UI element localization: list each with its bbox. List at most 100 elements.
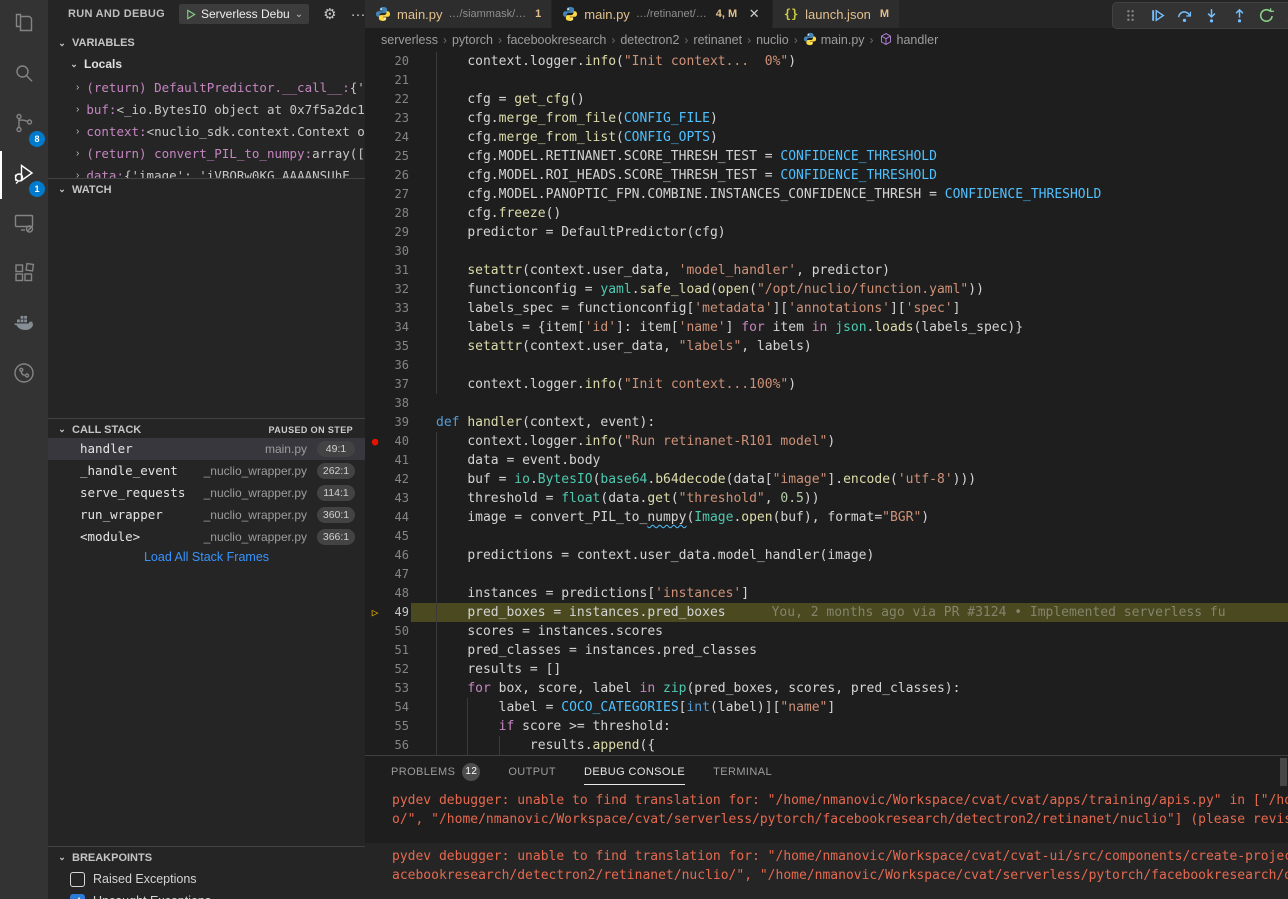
breakpoint-gutter[interactable] <box>365 223 385 242</box>
code-line[interactable]: 23 cfg.merge_from_file(CONFIG_FILE) <box>365 109 1288 128</box>
code-line[interactable]: 25 cfg.MODEL.RETINANET.SCORE_THRESH_TEST… <box>365 147 1288 166</box>
code-line[interactable]: 41 data = event.body <box>365 451 1288 470</box>
breakpoint-gutter[interactable] <box>365 90 385 109</box>
breakpoint-gutter[interactable] <box>365 394 385 413</box>
code-text[interactable]: cfg.MODEL.ROI_HEADS.SCORE_THRESH_TEST = … <box>436 166 1288 185</box>
activity-bar-item-git-graph[interactable] <box>0 350 48 400</box>
code-text[interactable]: instances = predictions['instances'] <box>436 584 1288 603</box>
code-text[interactable] <box>436 565 1288 584</box>
activity-bar-item-search[interactable] <box>0 50 48 100</box>
code-line[interactable]: 48 instances = predictions['instances'] <box>365 584 1288 603</box>
activity-bar-item-remote-explorer[interactable] <box>0 200 48 250</box>
code-text[interactable]: if score >= threshold: <box>436 717 1288 736</box>
step-over-icon[interactable] <box>1173 4 1197 27</box>
breakpoint-gutter[interactable] <box>365 546 385 565</box>
code-line[interactable]: 32 functionconfig = yaml.safe_load(open(… <box>365 280 1288 299</box>
breakpoint-gutter[interactable] <box>365 717 385 736</box>
code-text[interactable]: cfg.MODEL.PANOPTIC_FPN.COMBINE.INSTANCES… <box>436 185 1288 204</box>
code-text[interactable]: labels = {item['id']: item['name'] for i… <box>436 318 1288 337</box>
breakpoint-gutter[interactable] <box>365 622 385 641</box>
load-all-stack-frames-link[interactable]: Load All Stack Frames <box>48 550 365 564</box>
code-line[interactable]: 20 context.logger.info("Init context... … <box>365 52 1288 71</box>
breadcrumb-item[interactable]: retinanet <box>693 33 742 47</box>
code-text[interactable]: cfg.MODEL.RETINANET.SCORE_THRESH_TEST = … <box>436 147 1288 166</box>
breadcrumb-item[interactable]: facebookresearch <box>507 33 606 47</box>
watch-section-header[interactable]: ⌄ WATCH <box>48 178 365 200</box>
breadcrumb-item[interactable]: serverless <box>381 33 438 47</box>
code-line[interactable]: 46 predictions = context.user_data.model… <box>365 546 1288 565</box>
panel-tab-output[interactable]: OUTPUT <box>508 756 556 788</box>
code-line[interactable]: 51 pred_classes = instances.pred_classes <box>365 641 1288 660</box>
code-line[interactable]: 54 label = COCO_CATEGORIES[int(label)]["… <box>365 698 1288 717</box>
breakpoints-section-header[interactable]: ⌄ BREAKPOINTS <box>48 846 365 868</box>
code-text[interactable]: context.logger.info("Init context... 0%"… <box>436 52 1288 71</box>
breakpoint-gutter[interactable] <box>365 261 385 280</box>
code-text[interactable] <box>436 394 1288 413</box>
breakpoint-gutter[interactable] <box>365 565 385 584</box>
code-line[interactable]: 36 <box>365 356 1288 375</box>
code-text[interactable]: cfg.merge_from_file(CONFIG_FILE) <box>436 109 1288 128</box>
variable-row[interactable]: ›(return) convert_PIL_to_numpy: array([[… <box>48 142 365 164</box>
variables-section-header[interactable]: ⌄ VARIABLES <box>48 32 365 54</box>
breadcrumb-item[interactable]: detectron2 <box>620 33 679 47</box>
checkbox[interactable]: ✓ <box>70 894 85 899</box>
breakpoint-gutter[interactable] <box>365 641 385 660</box>
code-text[interactable]: cfg.merge_from_list(CONFIG_OPTS) <box>436 128 1288 147</box>
breakpoint-gutter[interactable] <box>365 356 385 375</box>
code-line[interactable]: 44 image = convert_PIL_to_numpy(Image.op… <box>365 508 1288 527</box>
breakpoint-gutter[interactable] <box>365 128 385 147</box>
breadcrumb-item[interactable]: main.py <box>803 32 865 49</box>
breakpoint-gutter[interactable] <box>365 489 385 508</box>
activity-bar-item-run-and-debug[interactable]: 1 <box>0 150 48 200</box>
scope-locals[interactable]: ⌄ Locals <box>48 54 365 74</box>
more-actions-icon[interactable]: ··· <box>351 6 365 23</box>
code-text[interactable] <box>436 242 1288 261</box>
breadcrumb-item[interactable]: pytorch <box>452 33 493 47</box>
code-line[interactable]: 53 for box, score, label in zip(pred_box… <box>365 679 1288 698</box>
code-line[interactable]: 39def handler(context, event): <box>365 413 1288 432</box>
panel-tab-terminal[interactable]: TERMINAL <box>713 756 772 788</box>
panel-tab-problems[interactable]: PROBLEMS12 <box>391 756 480 788</box>
breakpoint-gutter[interactable] <box>365 375 385 394</box>
breakpoint-gutter[interactable] <box>365 71 385 90</box>
breakpoint-gutter[interactable] <box>365 166 385 185</box>
stack-frame-row[interactable]: handlermain.py49:1 <box>48 438 365 460</box>
breakpoint-gutter[interactable] <box>365 318 385 337</box>
breakpoint-gutter[interactable] <box>365 147 385 166</box>
restart-icon[interactable] <box>1254 4 1278 27</box>
code-line[interactable]: 55 if score >= threshold: <box>365 717 1288 736</box>
code-text[interactable]: results = [] <box>436 660 1288 679</box>
code-line[interactable]: 42 buf = io.BytesIO(base64.b64decode(dat… <box>365 470 1288 489</box>
code-text[interactable]: setattr(context.user_data, 'model_handle… <box>436 261 1288 280</box>
code-line[interactable]: 28 cfg.freeze() <box>365 204 1288 223</box>
code-line[interactable]: 24 cfg.merge_from_list(CONFIG_OPTS) <box>365 128 1288 147</box>
code-text[interactable]: pred_classes = instances.pred_classes <box>436 641 1288 660</box>
stack-frame-row[interactable]: _handle_event_nuclio_wrapper.py262:1 <box>48 460 365 482</box>
code-text[interactable]: predictions = context.user_data.model_ha… <box>436 546 1288 565</box>
breakpoint-row[interactable]: ✓Uncaught Exceptions <box>48 890 365 899</box>
breakpoint-gutter[interactable] <box>365 679 385 698</box>
continue-icon[interactable] <box>1145 4 1169 27</box>
stack-frame-row[interactable]: <module>_nuclio_wrapper.py366:1 <box>48 526 365 548</box>
breakpoint-gutter[interactable] <box>365 337 385 356</box>
breakpoint-gutter[interactable] <box>365 242 385 261</box>
breakpoint-gutter[interactable] <box>365 736 385 755</box>
code-line[interactable]: 34 labels = {item['id']: item['name'] fo… <box>365 318 1288 337</box>
panel-tab-debug-console[interactable]: DEBUG CONSOLE <box>584 756 685 788</box>
code-text[interactable]: for box, score, label in zip(pred_boxes,… <box>436 679 1288 698</box>
activity-bar-item-docker[interactable] <box>0 300 48 350</box>
code-line[interactable]: 35 setattr(context.user_data, "labels", … <box>365 337 1288 356</box>
code-text[interactable] <box>436 527 1288 546</box>
start-debug-icon[interactable] <box>185 9 196 20</box>
code-line[interactable]: 47 <box>365 565 1288 584</box>
breakpoint-gutter[interactable] <box>365 280 385 299</box>
breakpoint-gutter[interactable] <box>365 698 385 717</box>
breakpoint-gutter[interactable] <box>365 451 385 470</box>
code-line[interactable]: 21 <box>365 71 1288 90</box>
close-icon[interactable]: ✕ <box>746 6 762 22</box>
code-line[interactable]: 27 cfg.MODEL.PANOPTIC_FPN.COMBINE.INSTAN… <box>365 185 1288 204</box>
code-line[interactable]: 45 <box>365 527 1288 546</box>
activity-bar-item-source-control[interactable]: 8 <box>0 100 48 150</box>
code-line[interactable]: 22 cfg = get_cfg() <box>365 90 1288 109</box>
code-line[interactable]: 29 predictor = DefaultPredictor(cfg) <box>365 223 1288 242</box>
